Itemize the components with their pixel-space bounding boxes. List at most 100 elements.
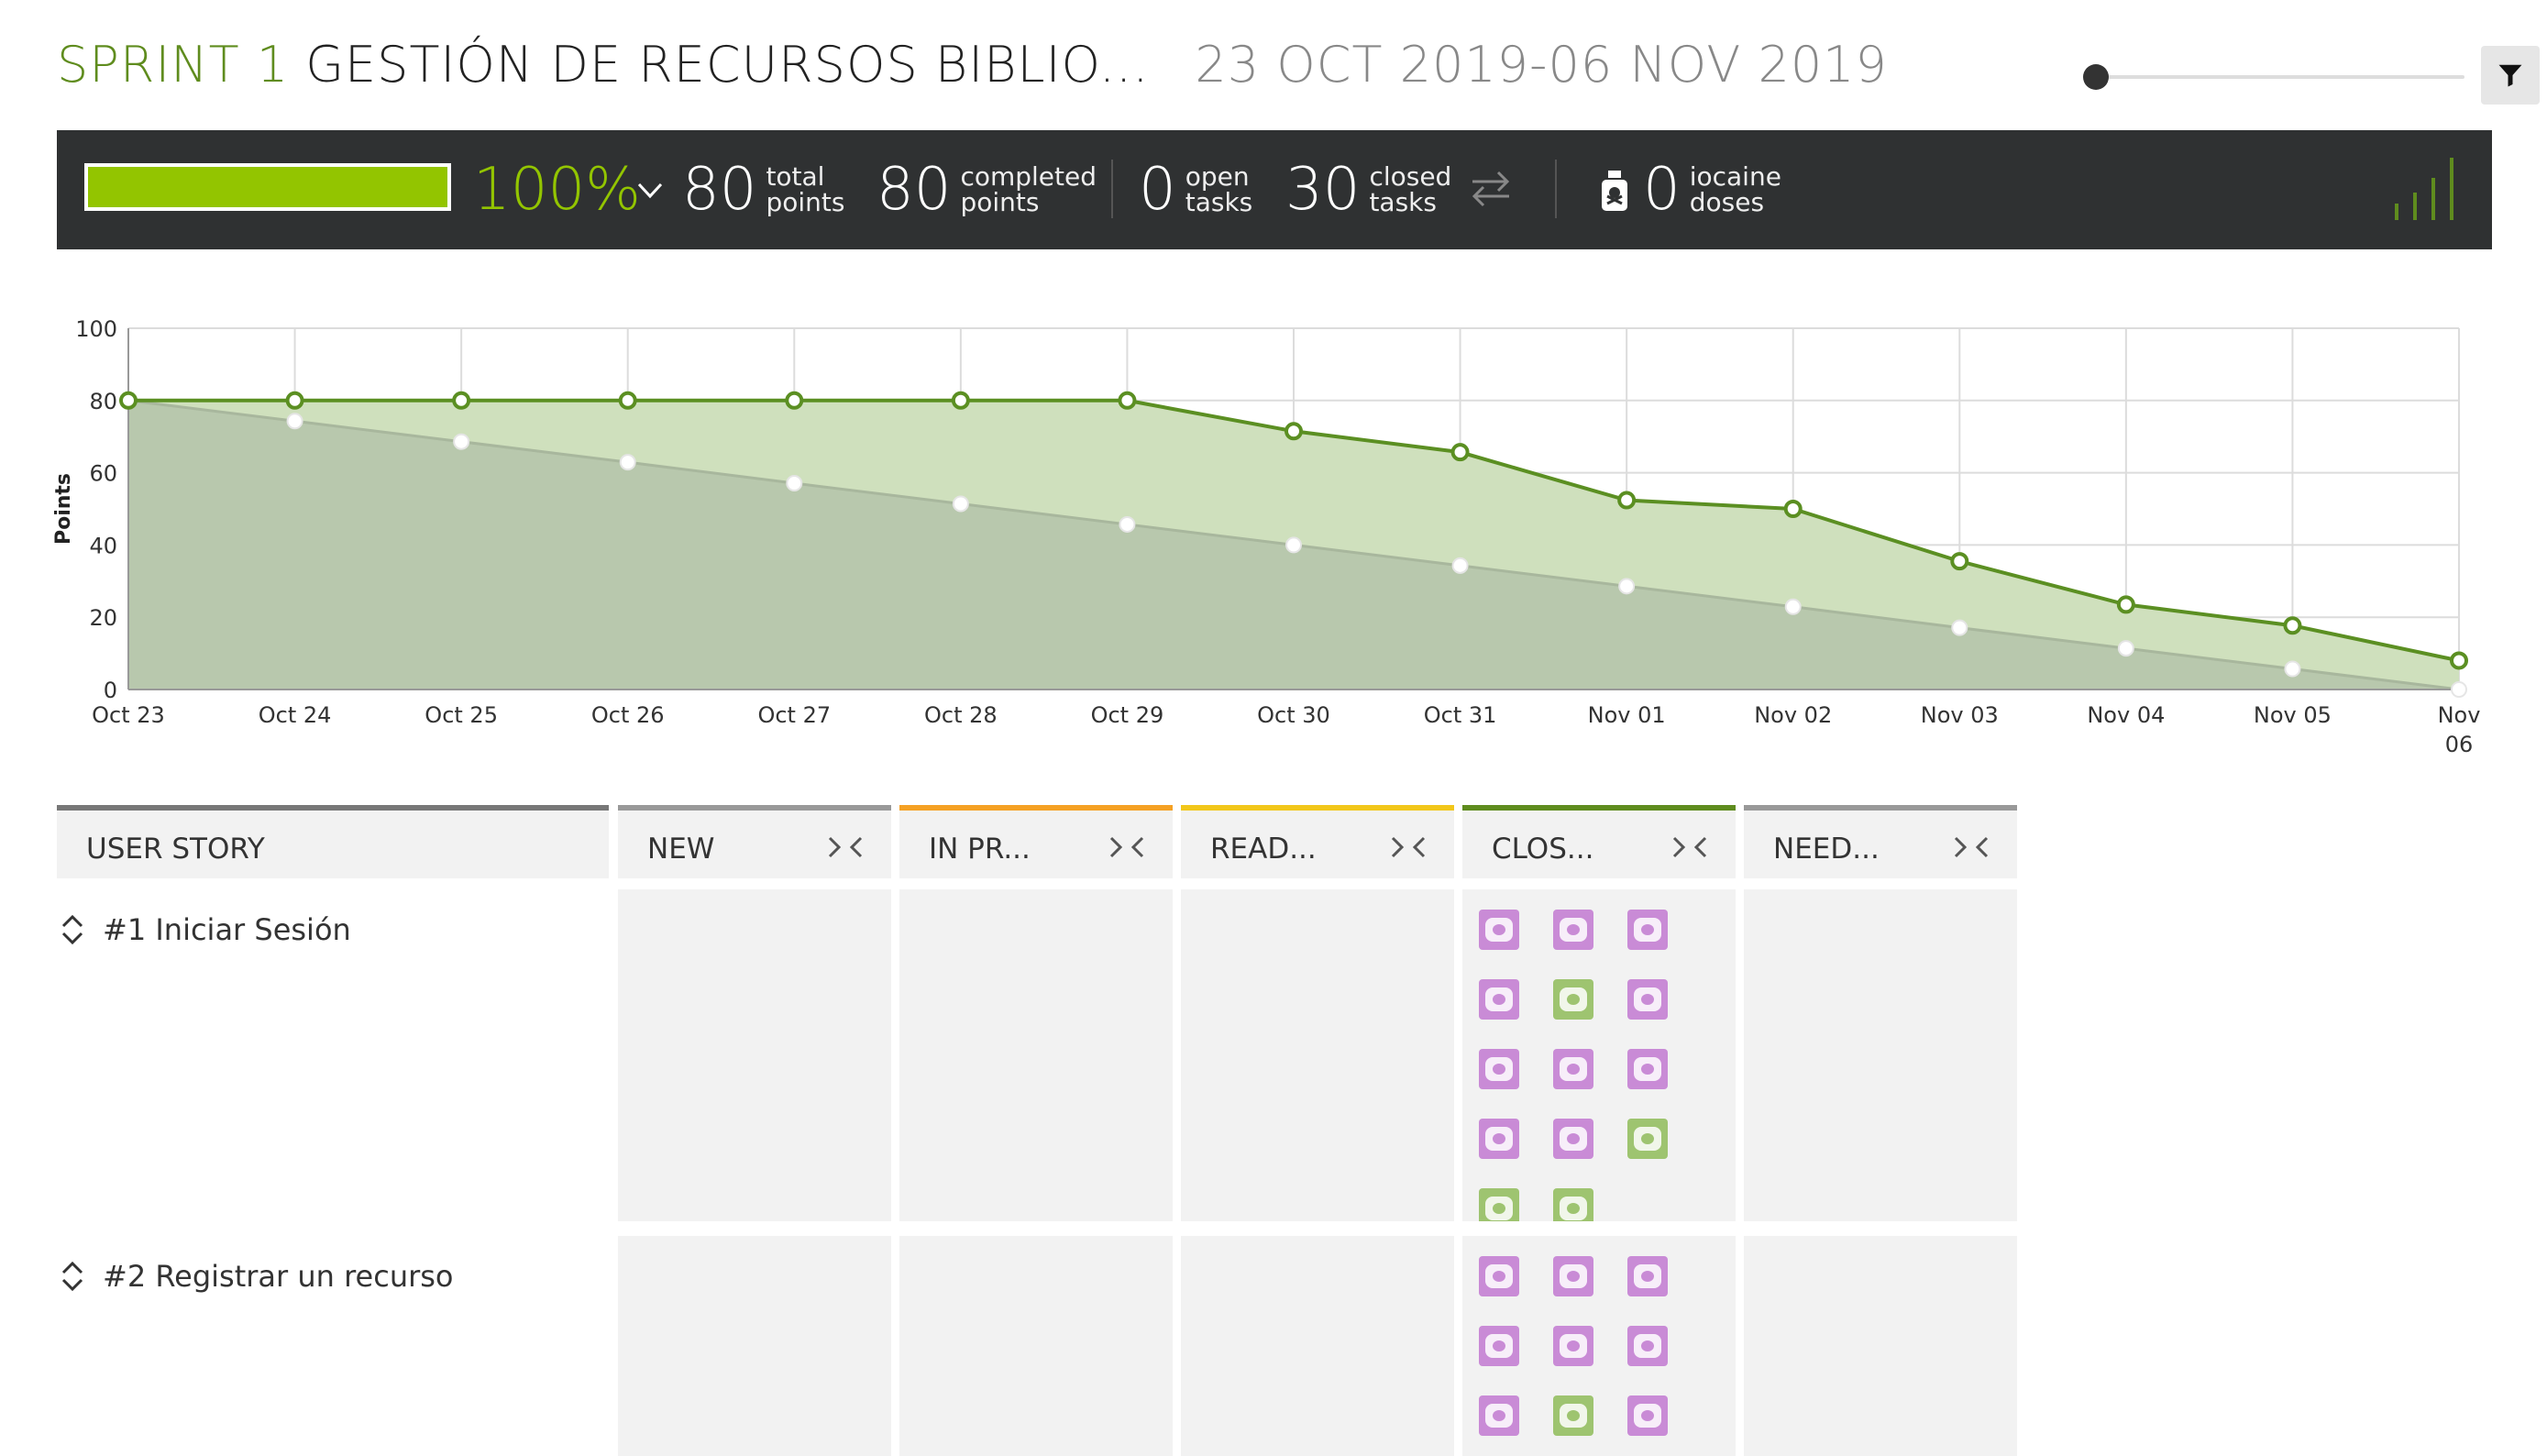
fold-column-icon[interactable] — [827, 834, 864, 860]
stat-value: 80 — [682, 156, 757, 224]
actual-point — [1118, 391, 1137, 410]
x-tick-label-line: Oct 29 — [1091, 702, 1164, 728]
task-card[interactable] — [1553, 910, 1593, 950]
task-cell — [618, 889, 891, 1221]
actual-point — [1617, 491, 1637, 510]
task-avatar-icon — [1485, 1404, 1513, 1428]
filter-button[interactable] — [2481, 46, 2540, 105]
status-column-header: NEED... — [1744, 805, 2017, 878]
user-story-row[interactable]: #1 Iniciar Sesión — [57, 902, 609, 957]
y-tick-label: 80 — [89, 389, 117, 414]
task-card[interactable] — [1479, 910, 1519, 950]
user-story-title[interactable]: #1 Iniciar Sesión — [103, 912, 351, 947]
task-cell — [1181, 1236, 1454, 1456]
task-card[interactable] — [1553, 1326, 1593, 1366]
task-card[interactable] — [1627, 910, 1668, 950]
fold-column-icon[interactable] — [1390, 834, 1427, 860]
x-tick-label: Nov 03 — [1921, 702, 1999, 728]
x-tick-label-line: Oct 25 — [424, 702, 498, 728]
task-avatar-icon — [1485, 987, 1513, 1011]
task-card[interactable] — [1553, 1256, 1593, 1296]
status-column-title: IN PR... — [929, 833, 1031, 866]
task-card[interactable] — [1553, 1188, 1593, 1221]
actual-point — [951, 391, 970, 410]
actual-point — [452, 391, 471, 410]
zoom-slider-thumb[interactable] — [2083, 64, 2109, 90]
task-card[interactable] — [1553, 979, 1593, 1020]
fold-column-icon[interactable] — [1108, 834, 1145, 860]
zoom-slider[interactable] — [2079, 61, 2464, 94]
task-card[interactable] — [1627, 979, 1668, 1020]
fold-column-icon[interactable] — [1671, 834, 1708, 860]
task-card[interactable] — [1627, 1326, 1668, 1366]
task-card[interactable] — [1627, 1395, 1668, 1436]
task-avatar-icon — [1485, 1127, 1513, 1151]
ideal-point — [2284, 660, 2301, 678]
task-card[interactable] — [1553, 1119, 1593, 1159]
task-avatar-icon — [1560, 1197, 1587, 1220]
status-column-title: READ... — [1210, 833, 1317, 866]
task-avatar-icon — [1485, 1264, 1513, 1288]
actual-point — [2283, 616, 2302, 635]
task-card[interactable] — [1553, 1395, 1593, 1436]
stat-label: total points — [766, 164, 844, 215]
x-tick-label-line: Oct 24 — [259, 702, 332, 728]
task-avatar-icon — [1560, 1057, 1587, 1081]
sprint-name[interactable]: GESTIÓN DE RECURSOS BIBLIO... — [305, 36, 1149, 94]
signal-bars-icon[interactable] — [2393, 156, 2463, 222]
task-card[interactable] — [1479, 1326, 1519, 1366]
chevron-down-icon[interactable] — [636, 182, 664, 200]
fold-column-icon[interactable] — [1953, 834, 1990, 860]
user-story-title[interactable]: #2 Registrar un recurso — [103, 1259, 454, 1294]
task-card[interactable] — [1479, 1119, 1519, 1159]
status-column-title: NEW — [647, 833, 715, 866]
x-tick-label-line: Oct 26 — [591, 702, 665, 728]
task-avatar-icon — [1634, 1127, 1661, 1151]
sprint-header: SPRINT 1 GESTIÓN DE RECURSOS BIBLIO... 2… — [57, 28, 1888, 101]
task-card[interactable] — [1479, 979, 1519, 1020]
ideal-point — [952, 495, 969, 513]
stat-value: 30 — [1285, 156, 1361, 224]
x-tick-label-line: Nov — [2438, 702, 2481, 728]
task-card[interactable] — [1553, 1049, 1593, 1089]
y-tick-label: 100 — [75, 316, 117, 342]
x-tick-label-line: Oct 31 — [1424, 702, 1497, 728]
sprint-stats-bar: 100% 80 total points 80 completed points… — [57, 130, 2492, 249]
stat-label-line2: points — [960, 187, 1040, 217]
x-tick-label-line: Oct 23 — [92, 702, 165, 728]
stat-label-line2: tasks — [1369, 187, 1437, 217]
task-card[interactable] — [1479, 1256, 1519, 1296]
task-avatar-icon — [1634, 1404, 1661, 1428]
zoom-slider-track[interactable] — [2098, 75, 2464, 79]
x-tick-label-line: Nov 01 — [1588, 702, 1666, 728]
sprint-dates: 23 OCT 2019-06 NOV 2019 — [1195, 35, 1888, 94]
x-tick-label: Oct 26 — [591, 702, 665, 728]
task-card[interactable] — [1479, 1049, 1519, 1089]
x-tick-label: Oct 29 — [1091, 702, 1164, 728]
x-tick-label-line: Nov 04 — [2087, 702, 2165, 728]
x-tick-label: Nov 01 — [1588, 702, 1666, 728]
x-tick-label-line: Nov 02 — [1754, 702, 1832, 728]
task-card[interactable] — [1627, 1256, 1668, 1296]
task-card[interactable] — [1479, 1395, 1519, 1436]
user-story-row[interactable]: #2 Registrar un recurso — [57, 1249, 609, 1304]
taskboard-page: SPRINT 1 GESTIÓN DE RECURSOS BIBLIO... 2… — [0, 0, 2547, 1456]
task-card[interactable] — [1479, 1188, 1519, 1221]
stat-label-line2: doses — [1689, 187, 1765, 217]
stat-label: open tasks — [1185, 164, 1253, 215]
task-card[interactable] — [1627, 1119, 1668, 1159]
x-tick-label: Oct 28 — [924, 702, 998, 728]
progress-bar-fill — [88, 167, 447, 207]
task-card[interactable] — [1627, 1049, 1668, 1089]
sort-arrows-icon[interactable] — [59, 1258, 86, 1295]
x-tick-label: Nov 02 — [1754, 702, 1832, 728]
stat-completed-points: 80 completed points — [877, 149, 1097, 231]
stat-label: iocaine doses — [1690, 164, 1781, 215]
task-avatar-icon — [1634, 987, 1661, 1011]
swap-arrows-icon[interactable] — [1469, 169, 1513, 209]
burndown-chart: 0 20 40 60 80 100 Oct 23 Oct 24 Oct 25 Oct 26 Oct … — [37, 303, 2494, 783]
x-tick-label-line: 06 — [2445, 732, 2474, 757]
x-tick-label: Nov 05 — [2254, 702, 2332, 728]
x-tick-label: Nov 04 — [2087, 702, 2165, 728]
sort-arrows-icon[interactable] — [59, 911, 86, 948]
